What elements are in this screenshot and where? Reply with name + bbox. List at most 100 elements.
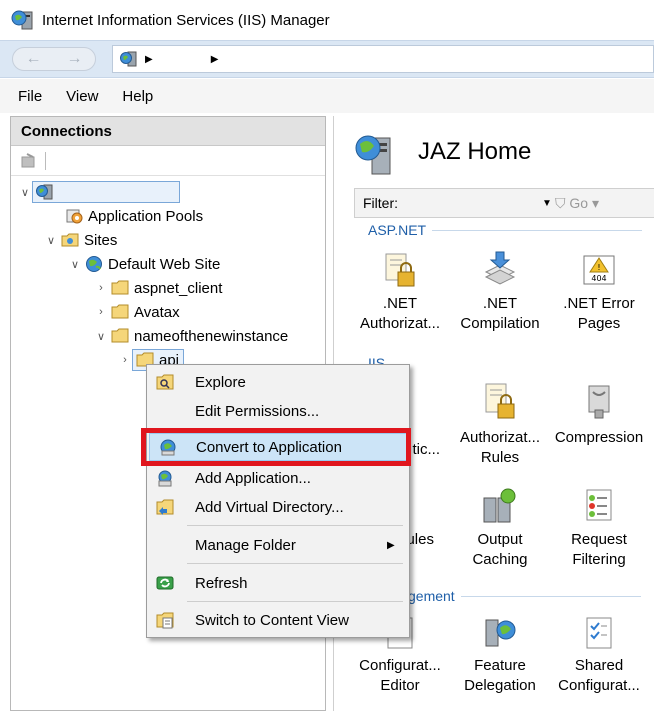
- connect-icon[interactable]: [19, 152, 39, 170]
- delegation-icon: [485, 619, 516, 647]
- svg-text:!: !: [597, 263, 600, 272]
- feature-net-authorization[interactable]: .NET Authorizat...: [352, 250, 448, 334]
- server-cache-icon: [483, 488, 516, 523]
- filter-label: Filter:: [363, 195, 398, 211]
- menu-item-label: Explore: [195, 373, 246, 391]
- address-field[interactable]: ▶ ▶: [112, 45, 654, 73]
- application-pools-icon: [66, 209, 83, 224]
- stack-down-arrow-icon: [484, 251, 516, 285]
- feature-label: Configurat...: [558, 677, 640, 694]
- menu-item-label: Add Virtual Directory...: [195, 498, 344, 516]
- menu-separator: [187, 525, 403, 526]
- menu-view[interactable]: View: [66, 88, 98, 105]
- group-label: ASP.NET: [368, 222, 427, 238]
- title-bar: Internet Information Services (IIS) Mana…: [0, 0, 654, 40]
- menu-item-add-virtual-directory[interactable]: Add Virtual Directory...: [147, 493, 409, 521]
- chevron-down-icon[interactable]: ∨: [94, 330, 108, 343]
- warning-404-icon: ! 404: [583, 255, 615, 285]
- add-application-icon: [158, 470, 172, 487]
- lock-document-icon: [385, 253, 415, 287]
- menu-item-manage-folder[interactable]: Manage Folder ▶: [147, 531, 409, 559]
- page-title: JAZ Home: [418, 138, 532, 165]
- refresh-icon: [156, 576, 174, 590]
- filter-dropdown-icon[interactable]: ▼: [542, 198, 552, 209]
- menu-item-refresh[interactable]: Refresh: [147, 569, 409, 597]
- chevron-down-icon[interactable]: ∨: [18, 186, 32, 199]
- feature-label: Rules: [480, 449, 520, 466]
- tree-label: nameofthenewinstance: [134, 327, 289, 345]
- go-button[interactable]: ⛉ Go ▾: [555, 195, 599, 212]
- context-menu: Explore Edit Permissions... Convert to A…: [146, 364, 410, 638]
- menu-item-switch-content-view[interactable]: Switch to Content View: [147, 606, 409, 634]
- globe-icon: [86, 256, 102, 272]
- feature-net-compilation[interactable]: .NET Compilation: [452, 250, 548, 334]
- menu-help[interactable]: Help: [122, 88, 153, 105]
- feature-compression[interactable]: Compression: [551, 380, 647, 448]
- feature-shared-configuration[interactable]: Shared Configurat...: [551, 616, 647, 696]
- back-arrow-icon[interactable]: ←: [26, 50, 42, 68]
- content-view-icon: [156, 612, 174, 629]
- feature-label: Editor: [380, 677, 420, 694]
- breadcrumb-arrow-icon[interactable]: ▶: [145, 54, 153, 65]
- shared-config-icon: [586, 617, 612, 649]
- menu-item-explore[interactable]: Explore: [147, 368, 409, 396]
- feature-label: Caching: [472, 551, 528, 568]
- tree-item-server[interactable]: ∨: [18, 181, 180, 203]
- feature-label: .NET: [482, 295, 518, 312]
- feature-label: Compilation: [460, 315, 540, 332]
- feature-label: Filtering: [572, 551, 626, 568]
- feature-label: Configurat...: [359, 657, 441, 674]
- folder-icon: [111, 328, 129, 343]
- tree-item-new-instance[interactable]: ∨ nameofthenewinstance: [94, 325, 288, 347]
- server-globe-icon: [355, 135, 391, 175]
- chevron-down-icon[interactable]: ∨: [68, 258, 82, 271]
- feature-label: Feature: [474, 657, 526, 674]
- window-title: Internet Information Services (IIS) Mana…: [42, 11, 330, 29]
- feature-label: Shared: [574, 657, 624, 674]
- tree-item-default-site[interactable]: ∨ Default Web Site: [68, 253, 220, 275]
- chevron-right-icon[interactable]: ›: [94, 282, 108, 294]
- menu-item-add-application[interactable]: Add Application...: [147, 464, 409, 492]
- menu-item-label: Add Application...: [195, 469, 311, 487]
- tree-item-aspnet-client[interactable]: › aspnet_client: [94, 277, 222, 299]
- group-divider: [460, 595, 641, 597]
- feature-request-filtering[interactable]: Request Filtering: [551, 486, 647, 570]
- group-divider: [432, 229, 643, 231]
- tree-item-avatax[interactable]: › Avatax: [94, 301, 180, 323]
- forward-arrow-icon[interactable]: →: [67, 50, 83, 68]
- feature-authorization-rules[interactable]: Authorizat... Rules: [452, 380, 548, 468]
- menu-bar: File View Help: [0, 79, 654, 113]
- tree-label: Avatax: [134, 303, 180, 321]
- tree-label: Default Web Site: [108, 255, 221, 273]
- server-icon: [120, 51, 137, 67]
- feature-label: Pages: [577, 315, 621, 332]
- group-header-management[interactable]: gement: [408, 588, 641, 604]
- breadcrumb-redacted: [158, 52, 205, 66]
- annotation-highlight-box: [141, 428, 411, 466]
- chevron-down-icon[interactable]: ∨: [44, 234, 58, 247]
- chevron-right-icon[interactable]: ›: [94, 306, 108, 318]
- feature-label: .NET: [382, 295, 418, 312]
- tree-item-sites[interactable]: ∨ Sites: [44, 229, 117, 251]
- folder-icon: [111, 280, 129, 295]
- feature-output-caching[interactable]: Output Caching: [452, 486, 548, 570]
- tree-item-app-pools[interactable]: Application Pools: [62, 205, 203, 227]
- menu-item-label: Switch to Content View: [195, 611, 349, 629]
- menu-item-edit-permissions[interactable]: Edit Permissions...: [147, 397, 409, 425]
- feature-label: Authorizat...: [359, 315, 441, 332]
- feature-feature-delegation[interactable]: Feature Delegation: [452, 616, 548, 696]
- group-label: gement: [408, 588, 455, 604]
- tree-label: Application Pools: [88, 207, 204, 225]
- feature-label: Authorizat...: [459, 429, 541, 446]
- chevron-right-icon[interactable]: ›: [118, 354, 132, 366]
- group-header-aspnet[interactable]: ASP.NET: [368, 222, 643, 238]
- breadcrumb-arrow-icon[interactable]: ▶: [211, 54, 219, 65]
- feature-label: Compression: [554, 429, 644, 446]
- feature-label: Output: [477, 531, 523, 548]
- feature-label: Request: [571, 531, 627, 548]
- feature-net-error-pages[interactable]: ! 404 .NET Error Pages: [551, 250, 647, 334]
- lock-document-icon: [485, 383, 515, 419]
- menu-file[interactable]: File: [18, 88, 42, 105]
- server-node-selected[interactable]: [32, 181, 180, 203]
- svg-text:404: 404: [591, 274, 606, 283]
